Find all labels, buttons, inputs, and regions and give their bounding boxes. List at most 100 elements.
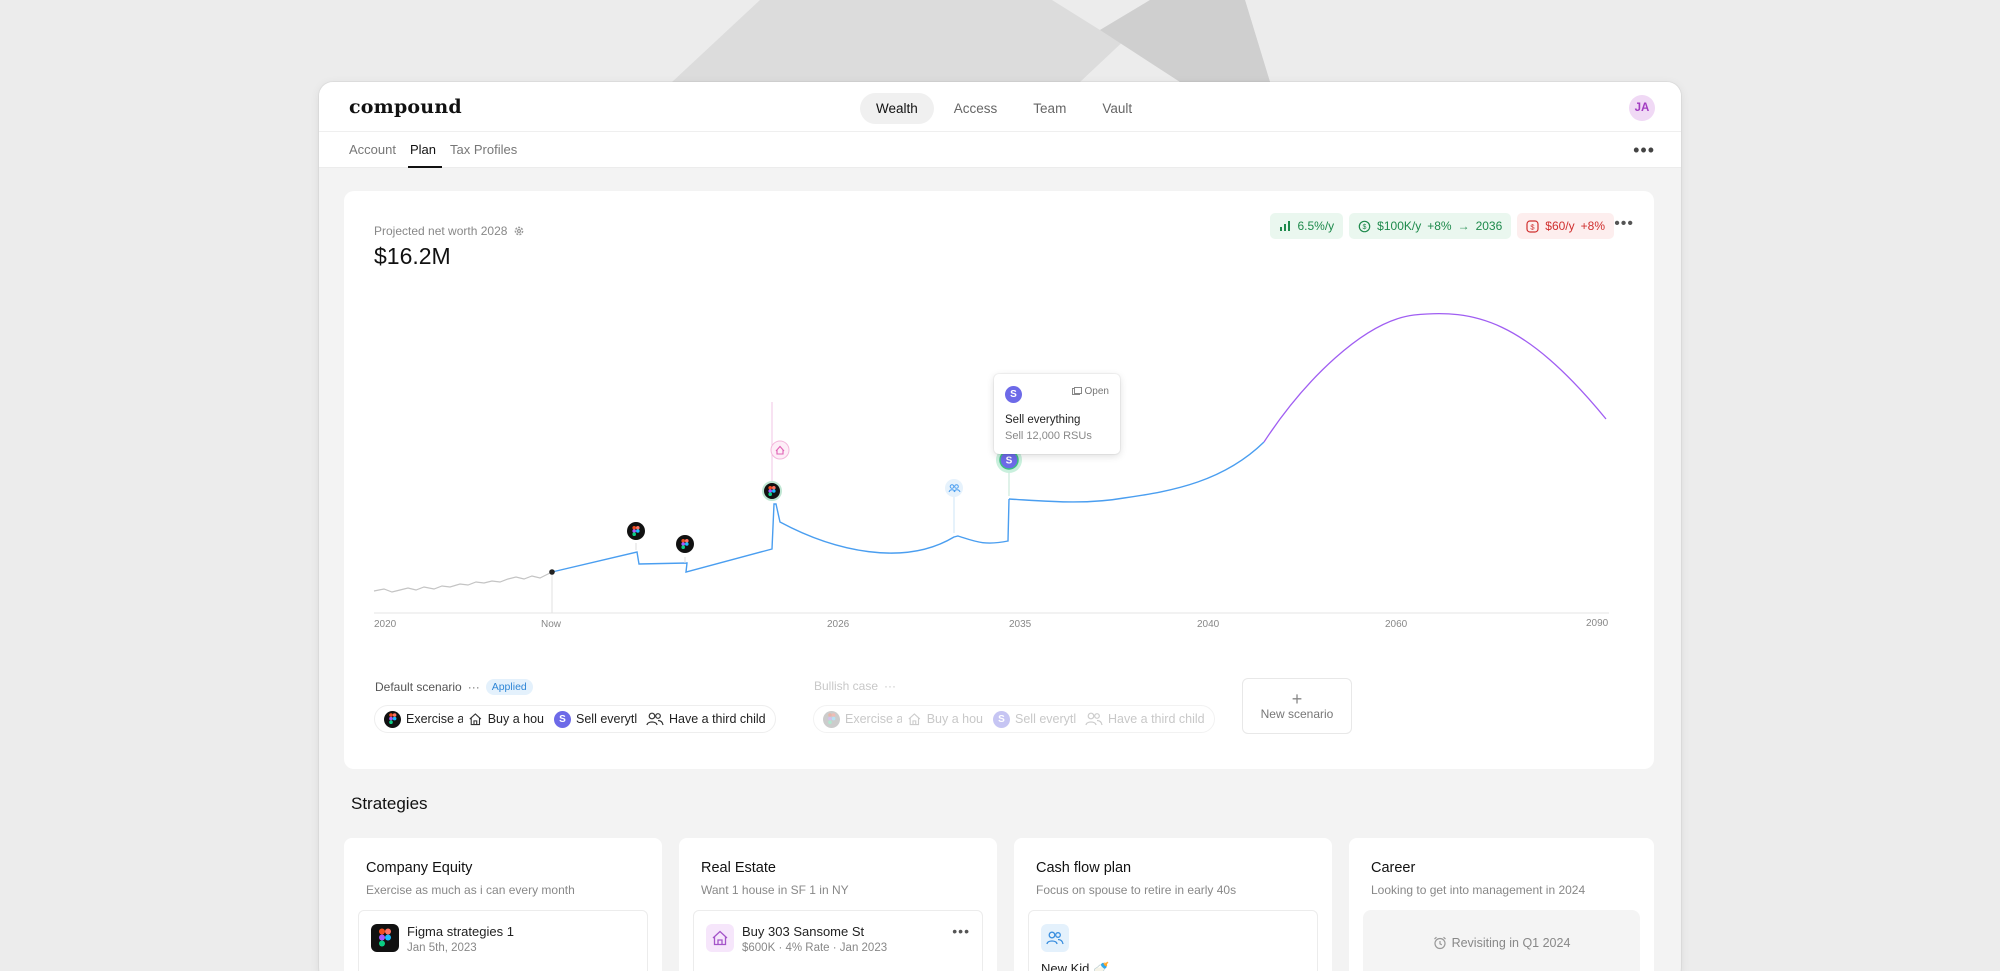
alarm-clock-icon [1433, 936, 1446, 950]
new-scenario-button[interactable]: + New scenario [1242, 678, 1352, 734]
nav-access[interactable]: Access [938, 93, 1014, 124]
nav-wealth[interactable]: Wealth [860, 93, 934, 124]
event-tooltip: S Open Sell everything Sell 12,000 RSUs [994, 374, 1120, 454]
more-options-icon[interactable]: ••• [1633, 140, 1655, 161]
people-icon [646, 712, 664, 726]
stock-s-icon: S [554, 710, 571, 728]
bullish-scenario-label[interactable]: Bullish case [814, 679, 878, 693]
figma-event-marker[interactable] [627, 522, 645, 540]
forecast-line [1263, 312, 1607, 443]
open-window-icon [1071, 387, 1082, 395]
top-bar: compound Wealth Access Team Vault JA [319, 82, 1681, 132]
scenario-more-icon[interactable]: ··· [884, 679, 896, 693]
strategy-card-cash-flow[interactable]: Cash flow plan Focus on spouse to retire… [1014, 838, 1332, 971]
sub-tabs: Account Plan Tax Profiles [349, 132, 531, 168]
chip-buy-house[interactable]: Buy a hou [902, 712, 988, 727]
x-tick-label: 2026 [827, 619, 850, 630]
default-scenario-label[interactable]: Default scenario [375, 680, 462, 694]
x-tick-label: 2020 [374, 619, 397, 630]
strategy-title: Career [1371, 860, 1416, 876]
open-label: Open [1084, 386, 1109, 397]
x-tick-label: 2090 [1586, 618, 1609, 629]
revisit-notice: Revisiting in Q1 2024 [1363, 910, 1640, 971]
chip-third-child[interactable]: Have a third child [1080, 712, 1210, 726]
chip-label: Sell everytl [1015, 712, 1077, 726]
strategy-item[interactable]: Buy 303 Sansome St $600K · 4% Rate · Jan… [693, 910, 983, 971]
strategy-item[interactable]: New Kid 🍼 [1028, 910, 1318, 971]
strategy-card-real-estate[interactable]: Real Estate Want 1 house in SF 1 in NY B… [679, 838, 997, 971]
chip-label: Have a third child [1108, 712, 1205, 726]
chip-label: Have a third child [669, 712, 766, 726]
app-logo[interactable]: compound [349, 96, 462, 118]
applied-badge: Applied [485, 679, 533, 695]
chip-label: Exercise a [845, 712, 902, 726]
plus-icon: + [1291, 689, 1303, 709]
chip-label: Buy a hou [487, 712, 544, 726]
plan-card: Projected net worth 2028 $16.2M 6.5%/y $… [344, 191, 1654, 769]
tooltip-title: Sell everything [1005, 414, 1081, 426]
strategy-item-subtitle: Jan 5th, 2023 [407, 942, 477, 954]
strategy-card-company-equity[interactable]: Company Equity Exercise as much as i can… [344, 838, 662, 971]
strategy-title: Cash flow plan [1036, 860, 1132, 876]
nav-team[interactable]: Team [1017, 93, 1082, 124]
chip-buy-house[interactable]: Buy a hou [463, 712, 549, 727]
tab-plan[interactable]: Plan [407, 132, 446, 168]
x-tick-label: 2035 [1009, 619, 1032, 630]
strategies-heading: Strategies [351, 794, 428, 813]
people-event-marker[interactable] [945, 479, 963, 497]
x-tick-label: 2040 [1197, 619, 1220, 630]
history-line [373, 571, 553, 593]
stock-s-icon: S [1005, 386, 1022, 403]
background-ribbon [672, 0, 1270, 82]
strategy-title: Real Estate [701, 860, 776, 876]
scenario-more-icon[interactable]: ··· [468, 680, 480, 694]
tab-account[interactable]: Account [349, 132, 406, 168]
chip-label: Sell everytl [576, 712, 638, 726]
default-scenario-chips: Exercise a Buy a hou S Sell everytl Have… [374, 705, 776, 733]
house-event-marker[interactable] [770, 440, 790, 460]
strategy-item-title: Buy 303 Sansome St [742, 924, 865, 939]
open-event-button[interactable]: Open [1071, 386, 1109, 397]
now-point [549, 569, 555, 575]
strategy-subtitle: Exercise as much as i can every month [366, 883, 575, 897]
avatar[interactable]: JA [1629, 95, 1655, 121]
people-icon [1041, 924, 1069, 952]
tab-tax-profiles[interactable]: Tax Profiles [450, 132, 527, 168]
chip-sell-everything[interactable]: S Sell everytl [988, 710, 1080, 728]
strategy-subtitle: Want 1 house in SF 1 in NY [701, 883, 849, 897]
nav-vault[interactable]: Vault [1086, 93, 1148, 124]
chip-exercise[interactable]: Exercise a [379, 710, 463, 728]
svg-text:S: S [1006, 456, 1013, 467]
chip-label: Exercise a [406, 712, 463, 726]
figma-event-marker[interactable] [676, 535, 694, 553]
figma-icon [384, 710, 401, 728]
revisit-label: Revisiting in Q1 2024 [1451, 936, 1571, 950]
strategy-item[interactable]: Figma strategies 1 Jan 5th, 2023 [358, 910, 648, 971]
chip-sell-everything[interactable]: S Sell everytl [549, 710, 641, 728]
app-window: compound Wealth Access Team Vault JA Acc… [319, 82, 1681, 971]
item-more-icon[interactable]: ••• [952, 923, 970, 939]
bullish-scenario-header: Bullish case ··· [814, 679, 896, 693]
chip-exercise[interactable]: Exercise a [818, 710, 902, 728]
people-icon [1085, 712, 1103, 726]
figma-event-marker[interactable] [762, 481, 782, 501]
default-scenario-header: Default scenario ··· Applied [375, 679, 533, 695]
tooltip-subtitle: Sell 12,000 RSUs [1005, 430, 1092, 442]
x-tick-label: Now [541, 619, 562, 630]
strategy-card-career[interactable]: Career Looking to get into management in… [1349, 838, 1654, 971]
house-icon [908, 712, 921, 725]
projection-line [551, 498, 1010, 573]
strategy-item-title: New Kid 🍼 [1041, 961, 1110, 971]
main-nav: Wealth Access Team Vault [860, 93, 1148, 124]
house-icon [706, 924, 734, 952]
strategy-subtitle: Looking to get into management in 2024 [1371, 883, 1586, 897]
strategy-subtitle: Focus on spouse to retire in early 40s [1036, 883, 1237, 897]
figma-icon [823, 710, 840, 728]
house-icon [469, 712, 482, 725]
chip-third-child[interactable]: Have a third child [641, 712, 771, 726]
stock-s-icon: S [993, 710, 1010, 728]
x-tick-label: 2060 [1385, 619, 1408, 630]
chip-label: Buy a hou [926, 712, 983, 726]
strategy-item-subtitle: $600K · 4% Rate · Jan 2023 [742, 942, 888, 954]
sub-nav-bar: Account Plan Tax Profiles ••• [319, 132, 1681, 168]
